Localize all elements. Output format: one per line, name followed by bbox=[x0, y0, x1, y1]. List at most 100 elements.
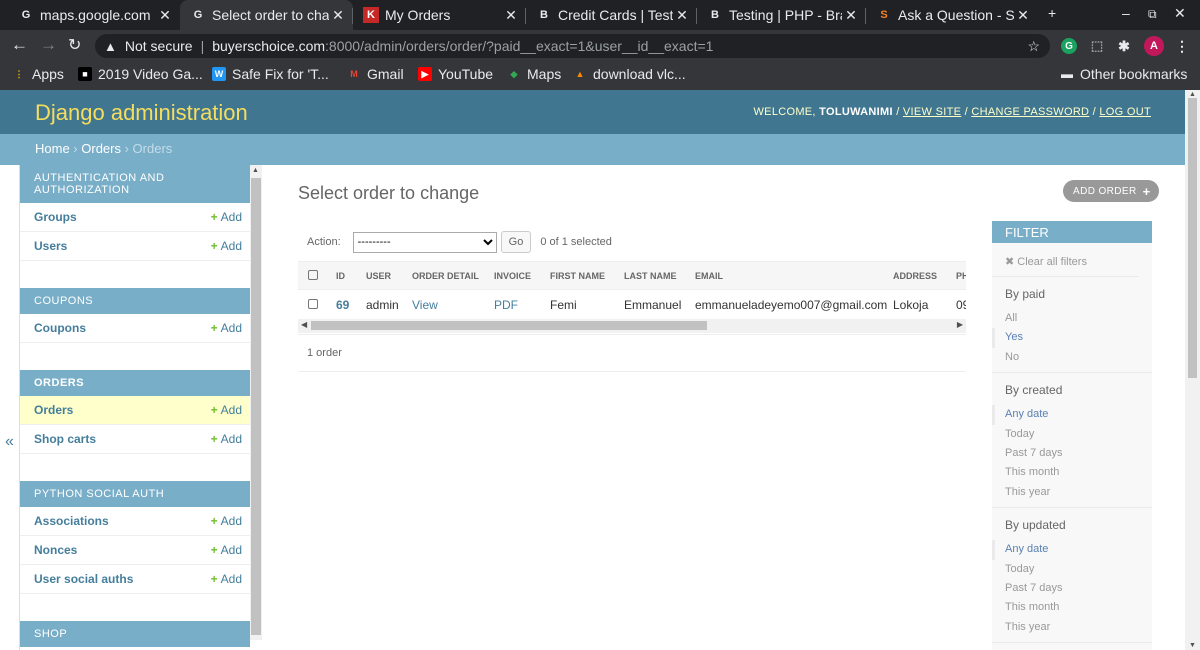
warning-icon[interactable]: ▲ bbox=[104, 39, 117, 54]
url-host[interactable]: buyerschoice.com bbox=[212, 38, 325, 54]
new-tab-button[interactable]: + bbox=[1048, 5, 1056, 21]
tab-close-icon[interactable]: ✕ bbox=[502, 7, 520, 24]
column-header[interactable]: INVOICE bbox=[494, 271, 550, 281]
filter-option[interactable]: No bbox=[992, 348, 1152, 367]
filter-option[interactable]: This month bbox=[992, 463, 1152, 482]
module-caption[interactable]: Python Social Auth bbox=[20, 481, 250, 507]
module-caption[interactable]: Shop bbox=[20, 621, 250, 647]
sidebar-add-link[interactable]: + Add bbox=[211, 432, 242, 446]
sidebar-add-link[interactable]: + Add bbox=[211, 321, 242, 335]
tab-close-icon[interactable]: ✕ bbox=[842, 7, 860, 24]
sidebar-model-link[interactable]: User social auths bbox=[34, 572, 133, 586]
sidebar-scrollbar[interactable]: ▲ bbox=[250, 165, 262, 640]
sidebar-add-link[interactable]: + Add bbox=[211, 572, 242, 586]
breadcrumb-app[interactable]: Orders bbox=[81, 141, 121, 156]
tab-close-icon[interactable]: ✕ bbox=[156, 7, 174, 24]
browser-tab[interactable]: B Credit Cards | Testi ✕ bbox=[526, 0, 697, 30]
forward-icon[interactable]: → bbox=[40, 35, 57, 55]
grammarly-extension-icon[interactable]: G bbox=[1061, 38, 1077, 54]
browser-menu-icon[interactable]: ⋮ bbox=[1174, 38, 1190, 54]
add-order-button[interactable]: ADD ORDER + bbox=[1063, 180, 1159, 202]
clear-filters-link[interactable]: ✖ Clear all filters bbox=[992, 243, 1139, 277]
column-header[interactable]: ORDER DETAIL bbox=[412, 271, 494, 281]
filter-option[interactable]: This year bbox=[992, 483, 1152, 502]
filter-option[interactable]: Past 7 days bbox=[992, 444, 1152, 463]
browser-tab[interactable]: G Select order to chan ✕ bbox=[180, 0, 353, 30]
filter-option[interactable]: Any date bbox=[992, 540, 1152, 560]
sidebar-model-link[interactable]: Associations bbox=[34, 514, 109, 528]
sidebar-model-link[interactable]: Shop carts bbox=[34, 432, 96, 446]
select-all-checkbox[interactable] bbox=[308, 269, 318, 280]
column-header[interactable]: ADDRESS bbox=[893, 271, 956, 281]
tab-close-icon[interactable]: ✕ bbox=[673, 7, 691, 24]
bookmark-item[interactable]: W Safe Fix for 'T... bbox=[212, 66, 329, 82]
module-caption[interactable]: Authentication and Authorization bbox=[20, 165, 250, 203]
table-horizontal-scrollbar[interactable]: ◀ ▶ bbox=[298, 319, 966, 333]
bookmark-item[interactable]: M Gmail bbox=[347, 66, 403, 82]
restore-icon[interactable]: ⧉ bbox=[1148, 7, 1157, 22]
extensions-puzzle-icon[interactable]: ✱ bbox=[1116, 38, 1132, 54]
cell-order-detail[interactable]: View bbox=[412, 298, 494, 312]
close-window-icon[interactable]: ✕ bbox=[1174, 5, 1186, 22]
filter-option[interactable]: Yes bbox=[992, 328, 1152, 348]
back-icon[interactable]: ← bbox=[11, 35, 28, 55]
table-scroll-thumb[interactable] bbox=[311, 321, 707, 330]
sidebar-add-link[interactable]: + Add bbox=[211, 543, 242, 557]
filter-option[interactable]: This year bbox=[992, 618, 1152, 637]
column-header[interactable]: PH bbox=[956, 271, 966, 281]
bookmark-item[interactable]: ■ 2019 Video Ga... bbox=[78, 66, 203, 82]
sidebar-add-link[interactable]: + Add bbox=[211, 239, 242, 253]
bookmark-item[interactable]: ⋮ Apps bbox=[12, 66, 64, 82]
browser-tab[interactable]: Gmaps.google.com ✕ bbox=[8, 0, 180, 30]
action-select[interactable]: --------- bbox=[352, 231, 497, 253]
go-button[interactable]: Go bbox=[500, 231, 532, 253]
sidebar-model-link[interactable]: Groups bbox=[34, 210, 77, 224]
column-header[interactable]: ID bbox=[336, 271, 366, 281]
sidebar-model-link[interactable]: Users bbox=[34, 239, 67, 253]
view-site-link[interactable]: VIEW SITE bbox=[903, 106, 961, 118]
reload-icon[interactable]: ↻ bbox=[68, 35, 81, 55]
tab-close-icon[interactable]: ✕ bbox=[329, 7, 347, 24]
row-checkbox[interactable] bbox=[308, 298, 318, 309]
column-header[interactable]: FIRST NAME bbox=[550, 271, 624, 281]
sidebar-model-link[interactable]: Nonces bbox=[34, 543, 77, 557]
cell-id[interactable]: 69 bbox=[336, 298, 366, 312]
bookmark-item[interactable]: ▲ download vlc... bbox=[573, 66, 686, 82]
sidebar-model-link[interactable]: Coupons bbox=[34, 321, 86, 335]
browser-tab[interactable]: S Ask a Question - St ✕ bbox=[866, 0, 1038, 30]
bookmark-star-icon[interactable]: ☆ bbox=[1027, 38, 1040, 55]
site-branding[interactable]: Django administration bbox=[35, 100, 248, 126]
security-label[interactable]: Not secure bbox=[125, 38, 193, 54]
filter-option[interactable]: Today bbox=[992, 560, 1152, 579]
url-path[interactable]: :8000/admin/orders/order/?paid__exact=1&… bbox=[325, 38, 713, 54]
page-scrollbar[interactable]: ▲ ▼ bbox=[1185, 90, 1200, 650]
filter-option[interactable]: Any date bbox=[992, 405, 1152, 425]
sidebar-add-link[interactable]: + Add bbox=[211, 210, 242, 224]
module-caption[interactable]: Orders bbox=[20, 370, 250, 396]
logout-link[interactable]: LOG OUT bbox=[1099, 106, 1151, 118]
filter-option[interactable]: Today bbox=[992, 425, 1152, 444]
scroll-right-icon[interactable]: ▶ bbox=[957, 320, 963, 329]
page-scroll-thumb[interactable] bbox=[1188, 98, 1197, 378]
sidebar-scroll-thumb[interactable] bbox=[251, 178, 261, 635]
column-header[interactable]: USER bbox=[366, 271, 412, 281]
page-scroll-down-icon[interactable]: ▼ bbox=[1189, 642, 1196, 649]
module-caption[interactable]: Coupons bbox=[20, 288, 250, 314]
filter-option[interactable]: This month bbox=[992, 598, 1152, 617]
column-header[interactable]: EMAIL bbox=[695, 271, 893, 281]
profile-avatar[interactable]: A bbox=[1144, 36, 1164, 56]
cell-invoice[interactable]: PDF bbox=[494, 298, 550, 312]
scroll-up-icon[interactable]: ▲ bbox=[252, 167, 259, 174]
bookmark-item[interactable]: ◆ Maps bbox=[507, 66, 562, 82]
tab-close-icon[interactable]: ✕ bbox=[1014, 7, 1032, 24]
sidebar-model-link[interactable]: Orders bbox=[34, 403, 73, 417]
bookmark-item[interactable]: ▶ YouTube bbox=[418, 66, 493, 82]
filter-option[interactable]: Past 7 days bbox=[992, 579, 1152, 598]
change-password-link[interactable]: CHANGE PASSWORD bbox=[971, 106, 1089, 118]
other-bookmarks[interactable]: ▬ Other bookmarks bbox=[1060, 66, 1187, 82]
sidebar-add-link[interactable]: + Add bbox=[211, 514, 242, 528]
address-bar[interactable]: ▲ Not secure | buyerschoice.com :8000/ad… bbox=[95, 34, 1050, 58]
filter-option[interactable]: All bbox=[992, 309, 1152, 328]
cursor-extension-icon[interactable]: ⬚ bbox=[1089, 38, 1105, 54]
scroll-left-icon[interactable]: ◀ bbox=[301, 320, 307, 329]
